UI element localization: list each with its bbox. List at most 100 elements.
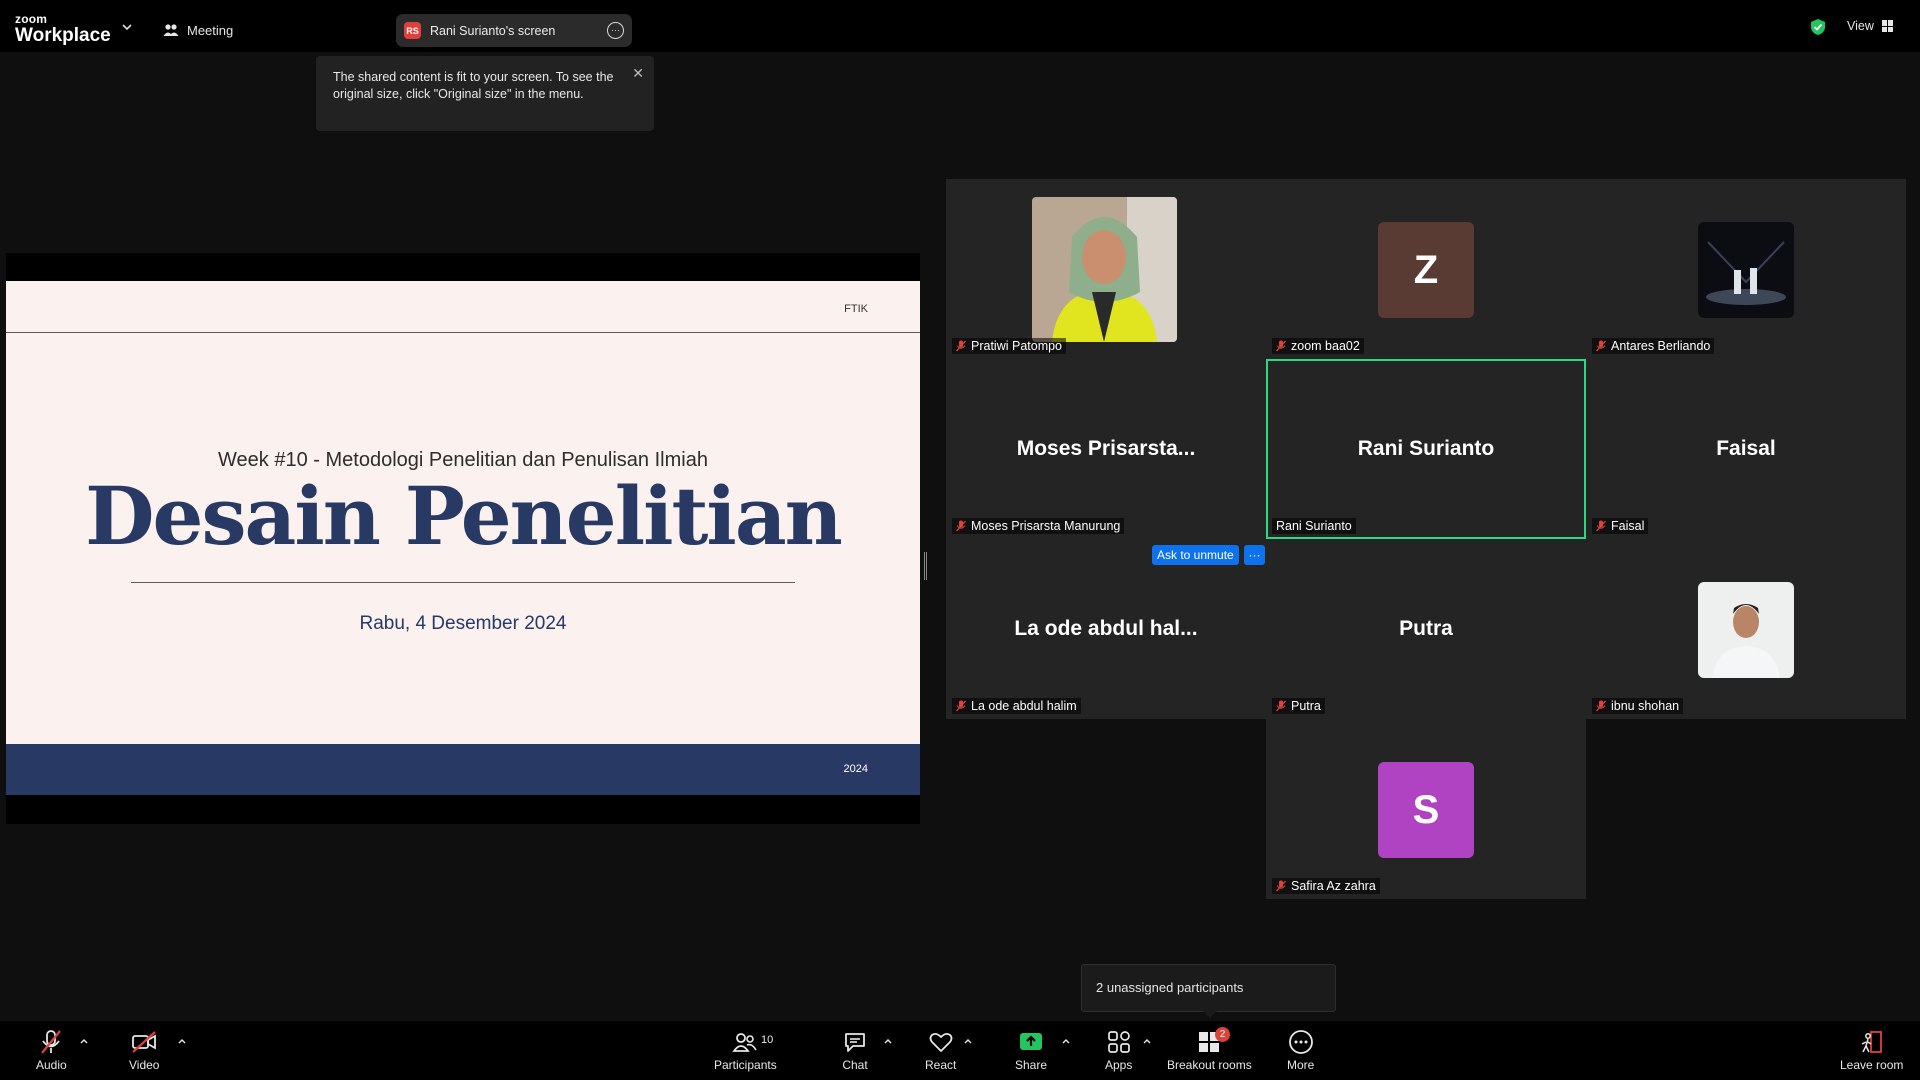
participant-display-name: Rani Surianto [1357, 437, 1495, 460]
shared-slide: FTIK Week #10 - Metodologi Penelitian da… [6, 281, 920, 795]
chevron-up-icon[interactable] [963, 1037, 973, 1045]
participant-name-label: Rani Surianto [1272, 518, 1356, 534]
slide-divider-top [6, 332, 920, 333]
ask-to-unmute-button[interactable]: Ask to unmute [1152, 545, 1239, 565]
chevron-up-icon[interactable] [79, 1037, 89, 1045]
participant-name: ibnu shohan [1611, 699, 1680, 713]
participants-label: Participants [714, 1058, 777, 1072]
view-button[interactable]: View [1847, 19, 1893, 33]
unassigned-participants-tooltip: 2 unassigned participants [1081, 964, 1336, 1018]
breakout-rooms-label: Breakout rooms [1167, 1058, 1252, 1072]
slide-title: Desain Penelitian [85, 469, 843, 563]
video-tile[interactable]: La ode abdul hal... La ode abdul halim [946, 539, 1266, 719]
active-speaker-tile[interactable]: Rani Surianto Rani Surianto [1266, 359, 1586, 539]
participant-avatar-image [1698, 582, 1794, 678]
security-shield-icon[interactable] [1810, 18, 1826, 36]
fit-to-screen-tooltip: The shared content is fit to your screen… [316, 56, 654, 131]
participant-name: Antares Berliando [1611, 339, 1711, 353]
slide-tag: FTIK [844, 303, 868, 315]
breakout-rooms-button[interactable]: Breakout rooms [1167, 1029, 1252, 1072]
chevron-up-icon[interactable] [1142, 1037, 1152, 1045]
muted-mic-icon [1276, 700, 1286, 712]
close-icon[interactable]: ✕ [632, 65, 644, 82]
apps-label: Apps [1105, 1058, 1133, 1072]
chevron-up-icon[interactable] [883, 1037, 893, 1045]
zoom-workplace-logo[interactable]: zoom Workplace [15, 13, 111, 45]
video-label: Video [129, 1058, 160, 1072]
unassigned-text: 2 unassigned participants [1096, 980, 1244, 995]
participant-name-label: La ode abdul halim [952, 698, 1081, 714]
participant-name: Rani Surianto [1276, 519, 1352, 533]
leave-room-icon [1861, 1031, 1882, 1053]
participant-name: Safira Az zahra [1291, 879, 1376, 893]
share-label: Share [1015, 1058, 1048, 1072]
participant-name-label: Moses Prisarsta Manurung [952, 518, 1125, 534]
resize-handle[interactable] [924, 552, 927, 580]
video-tile[interactable]: Z zoom baa02 [1266, 179, 1586, 359]
video-tile[interactable]: S Safira Az zahra [1266, 719, 1586, 899]
video-button[interactable]: Video [129, 1029, 159, 1072]
presenter-avatar: RS [404, 22, 421, 39]
participant-display-name: Putra [1399, 617, 1453, 640]
participant-avatar: S [1378, 762, 1474, 858]
muted-mic-icon [1276, 880, 1286, 892]
participant-name: Moses Prisarsta Manurung [971, 519, 1121, 533]
top-bar: zoom Workplace Meeting RS Rani Surianto'… [0, 0, 1920, 52]
chat-label: Chat [842, 1058, 868, 1072]
video-tile[interactable]: Moses Prisarsta... Moses Prisarsta Manur… [946, 359, 1266, 539]
participants-icon [732, 1033, 758, 1052]
participant-display-name: Moses Prisarsta... [1016, 437, 1196, 460]
chat-icon [845, 1033, 865, 1052]
muted-mic-icon [956, 340, 966, 352]
meeting-label: Meeting [187, 22, 234, 38]
apps-button[interactable]: Apps [1105, 1029, 1132, 1072]
muted-mic-icon [956, 700, 966, 712]
meeting-controls-bar: Audio Video Participants 10 Chat React S… [0, 1021, 1920, 1080]
grid-view-icon [1881, 20, 1893, 32]
participant-name: zoom baa02 [1291, 339, 1360, 353]
chevron-down-icon[interactable] [120, 22, 134, 32]
more-button[interactable]: More [1287, 1029, 1314, 1072]
participant-name-label: Pratiwi Patompo [952, 338, 1067, 354]
muted-mic-icon [1596, 700, 1606, 712]
video-tile[interactable]: Putra Putra [1266, 539, 1586, 719]
slide-footer: 2024 [6, 744, 920, 795]
screen-share-label: Rani Surianto's screen [430, 23, 556, 38]
participant-video [1032, 197, 1177, 342]
chat-button[interactable]: Chat [842, 1029, 868, 1072]
video-tile[interactable]: Pratiwi Patompo [946, 179, 1266, 359]
people-icon [163, 24, 179, 36]
participant-avatar: Z [1378, 222, 1474, 318]
react-label: React [925, 1058, 957, 1072]
muted-mic-icon [41, 1030, 62, 1054]
slide-year: 2024 [843, 763, 868, 775]
chevron-up-icon[interactable] [177, 1037, 187, 1045]
screen-share-indicator[interactable]: RS Rani Surianto's screen ··· [396, 14, 632, 47]
chevron-up-icon[interactable] [1061, 1037, 1071, 1045]
tile-more-options-button[interactable]: ··· [1244, 545, 1265, 565]
participant-name-label: Safira Az zahra [1272, 878, 1380, 894]
muted-mic-icon [956, 520, 966, 532]
participant-avatar-image [1698, 222, 1794, 318]
more-icon [1288, 1030, 1313, 1054]
video-tile[interactable]: ibnu shohan [1586, 539, 1906, 719]
video-tile[interactable]: Faisal Faisal [1586, 359, 1906, 539]
view-label: View [1847, 19, 1874, 33]
participant-name-label: Antares Berliando [1592, 338, 1715, 354]
slide-date: Rabu, 4 Desember 2024 [359, 613, 567, 634]
participant-name: Putra [1291, 699, 1321, 713]
more-options-icon[interactable]: ··· [607, 22, 624, 39]
participant-name-label: Faisal [1592, 518, 1649, 534]
share-button[interactable]: Share [1015, 1029, 1047, 1072]
meeting-menu-button[interactable]: Meeting [163, 20, 233, 40]
share-screen-icon [1020, 1033, 1043, 1050]
breakout-count-badge: 2 [1215, 1027, 1230, 1042]
leave-room-button[interactable]: Leave room [1840, 1029, 1903, 1072]
audio-button[interactable]: Audio [36, 1029, 67, 1072]
audio-label: Audio [36, 1058, 67, 1072]
react-button[interactable]: React [925, 1029, 956, 1072]
participant-name-label: zoom baa02 [1272, 338, 1364, 354]
participant-display-name: Faisal [1716, 437, 1776, 460]
participant-name: La ode abdul halim [971, 699, 1077, 713]
video-tile[interactable]: Antares Berliando [1586, 179, 1906, 359]
